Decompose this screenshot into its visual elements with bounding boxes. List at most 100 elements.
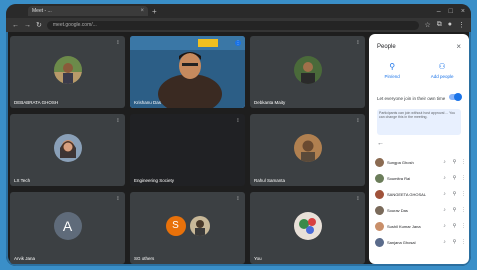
list-item[interactable]: Soumitra Rai ♪ ⚲ ⋮	[375, 170, 466, 186]
mic-off-icon: ⁞	[117, 196, 119, 202]
minimize-icon[interactable]: –	[437, 8, 441, 15]
mic-icon[interactable]: ♪	[441, 175, 448, 181]
more-options-icon[interactable]: ⋮	[461, 159, 466, 165]
add-people-label: Add people	[430, 74, 454, 79]
pin-label: Pin/end	[384, 74, 400, 79]
profile-icon[interactable]: ●	[448, 21, 452, 29]
avatar	[375, 205, 384, 215]
list-item[interactable]: Sanjana Ghosal ♪ ⚲ ⋮	[375, 234, 466, 250]
list-item[interactable]: SANGEETA GHOSAL ♪ ⚲ ⋮	[375, 186, 466, 202]
speaking-indicator-icon: ⋮	[235, 40, 241, 46]
people-panel: People × ⚲ Pin/end ⚇ Add people Let ever…	[369, 34, 469, 264]
participant-list: Sungpa Ghosh ♪ ⚲ ⋮ Soumitra Rai ♪ ⚲ ⋮ SA…	[375, 154, 466, 250]
mic-off-icon: ⁞	[237, 196, 239, 202]
pin-icon[interactable]: ⚲	[451, 159, 458, 165]
pin-icon[interactable]: ⚲	[451, 239, 458, 245]
close-icon[interactable]: ×	[456, 42, 461, 51]
pin-icon[interactable]: ⚲	[451, 191, 458, 197]
url-field[interactable]: meet.google.com/...	[46, 20, 420, 30]
more-options-icon[interactable]: ⋮	[461, 207, 466, 213]
speaker-video	[130, 36, 245, 108]
pin-icon[interactable]: ⚲	[451, 207, 458, 213]
avatar	[375, 221, 384, 231]
host-notice: Participants can join without host appro…	[377, 109, 461, 135]
avatar	[375, 189, 384, 199]
close-window-icon[interactable]: ×	[461, 8, 465, 15]
avatar	[375, 237, 384, 247]
list-item[interactable]: Sushil Kumar Jana ♪ ⚲ ⋮	[375, 218, 466, 234]
mic-off-icon: ⁞	[357, 196, 359, 202]
participant-name: You	[254, 256, 262, 261]
waiting-room-toggle[interactable]	[449, 93, 462, 101]
participant-tile-group[interactable]: S ⁞ SG others	[130, 192, 245, 264]
participant-list-name: Sungpa Ghosh	[387, 159, 414, 165]
participant-grid: ⁞ DEBABRATA GHOSH ⋮ Krishanu Das ⁞ Debka…	[10, 36, 365, 264]
mic-off-icon: ⁞	[357, 40, 359, 46]
participant-name: Rahul Samanta	[254, 178, 286, 183]
reload-icon[interactable]: ↻	[36, 21, 42, 29]
browser-window: Meet - ... × + – □ × ← → ↻ meet.google.c…	[6, 4, 471, 266]
pin-icon[interactable]: ⚲	[451, 223, 458, 229]
browser-tab[interactable]: Meet - ... ×	[28, 6, 148, 16]
participant-avatar	[293, 134, 322, 162]
participant-list-name: Sushil Kumar Jana	[387, 223, 421, 229]
panel-title: People	[377, 44, 396, 50]
participant-initial-avatar: S	[165, 216, 186, 236]
avatar	[375, 157, 384, 167]
participant-name: LX Tech	[14, 178, 31, 183]
close-tab-icon[interactable]: ×	[140, 8, 144, 14]
address-bar: ← → ↻ meet.google.com/... ☆ ⧉ ● ⋮	[6, 18, 471, 32]
window-controls: – □ ×	[437, 8, 465, 15]
mic-icon[interactable]: ♪	[441, 239, 448, 245]
pin-icon: ⚲	[389, 62, 396, 71]
extensions-icon[interactable]: ⧉	[437, 21, 442, 29]
participant-list-name: Sourav Das	[387, 207, 408, 213]
participant-tile[interactable]: ⁞ DEBABRATA GHOSH	[10, 36, 125, 108]
more-options-icon[interactable]: ⋮	[461, 223, 466, 229]
add-people-button[interactable]: ⚇ Add people	[431, 62, 454, 79]
participant-name: Krishanu Das	[134, 100, 162, 105]
participant-tile-self[interactable]: ⁞ You	[250, 192, 365, 264]
add-person-icon: ⚇	[438, 62, 446, 71]
back-arrow-icon[interactable]: ←	[377, 140, 384, 147]
participant-tile[interactable]: ⁞ Rahul Samanta	[250, 114, 365, 186]
new-tab-icon[interactable]: +	[152, 7, 157, 16]
url-text: meet.google.com/...	[52, 22, 97, 28]
browser-tools: ☆ ⧉ ● ⋮	[424, 21, 465, 29]
list-item[interactable]: Sourav Das ♪ ⚲ ⋮	[375, 202, 466, 218]
participant-avatar	[53, 56, 82, 84]
mic-off-icon: ⁞	[117, 40, 119, 46]
maximize-icon[interactable]: □	[449, 8, 453, 15]
participant-tile[interactable]: ⁞ Engineering Society	[130, 114, 245, 186]
back-icon[interactable]: ←	[12, 22, 19, 29]
mic-icon[interactable]: ♪	[441, 207, 448, 213]
mic-icon[interactable]: ♪	[441, 223, 448, 229]
mic-off-icon: ⁞	[237, 118, 239, 124]
tab-title: Meet - ...	[32, 8, 52, 14]
participant-tile[interactable]: A ⁞ Arvik Jana	[10, 192, 125, 264]
participant-name: Debkanta Maity	[254, 100, 286, 105]
participant-list-name: SANGEETA GHOSAL	[387, 191, 427, 197]
mic-off-icon: ⁞	[117, 118, 119, 124]
mic-icon[interactable]: ♪	[441, 159, 448, 165]
participant-name: Arvik Jana	[14, 256, 36, 261]
mic-icon[interactable]: ♪	[441, 191, 448, 197]
forward-icon[interactable]: →	[24, 22, 31, 29]
avatar	[375, 173, 384, 183]
participant-name: Engineering Society	[134, 178, 175, 183]
participant-tile[interactable]: ⁞ LX Tech	[10, 114, 125, 186]
tab-bar: Meet - ... × + – □ ×	[6, 4, 471, 18]
list-item[interactable]: Sungpa Ghosh ♪ ⚲ ⋮	[375, 154, 466, 170]
participant-avatar	[293, 56, 322, 84]
participant-avatar	[293, 212, 322, 240]
participant-tile[interactable]: ⁞ Debkanta Maity	[250, 36, 365, 108]
participant-name: DEBABRATA GHOSH	[14, 100, 59, 105]
star-icon[interactable]: ☆	[424, 21, 430, 29]
participant-tile-active-speaker[interactable]: ⋮ Krishanu Das	[130, 36, 245, 108]
pin-icon[interactable]: ⚲	[451, 175, 458, 181]
menu-icon[interactable]: ⋮	[458, 21, 465, 29]
pin-button[interactable]: ⚲ Pin/end	[384, 62, 399, 79]
more-options-icon[interactable]: ⋮	[461, 191, 466, 197]
more-options-icon[interactable]: ⋮	[461, 175, 466, 181]
more-options-icon[interactable]: ⋮	[461, 239, 466, 245]
